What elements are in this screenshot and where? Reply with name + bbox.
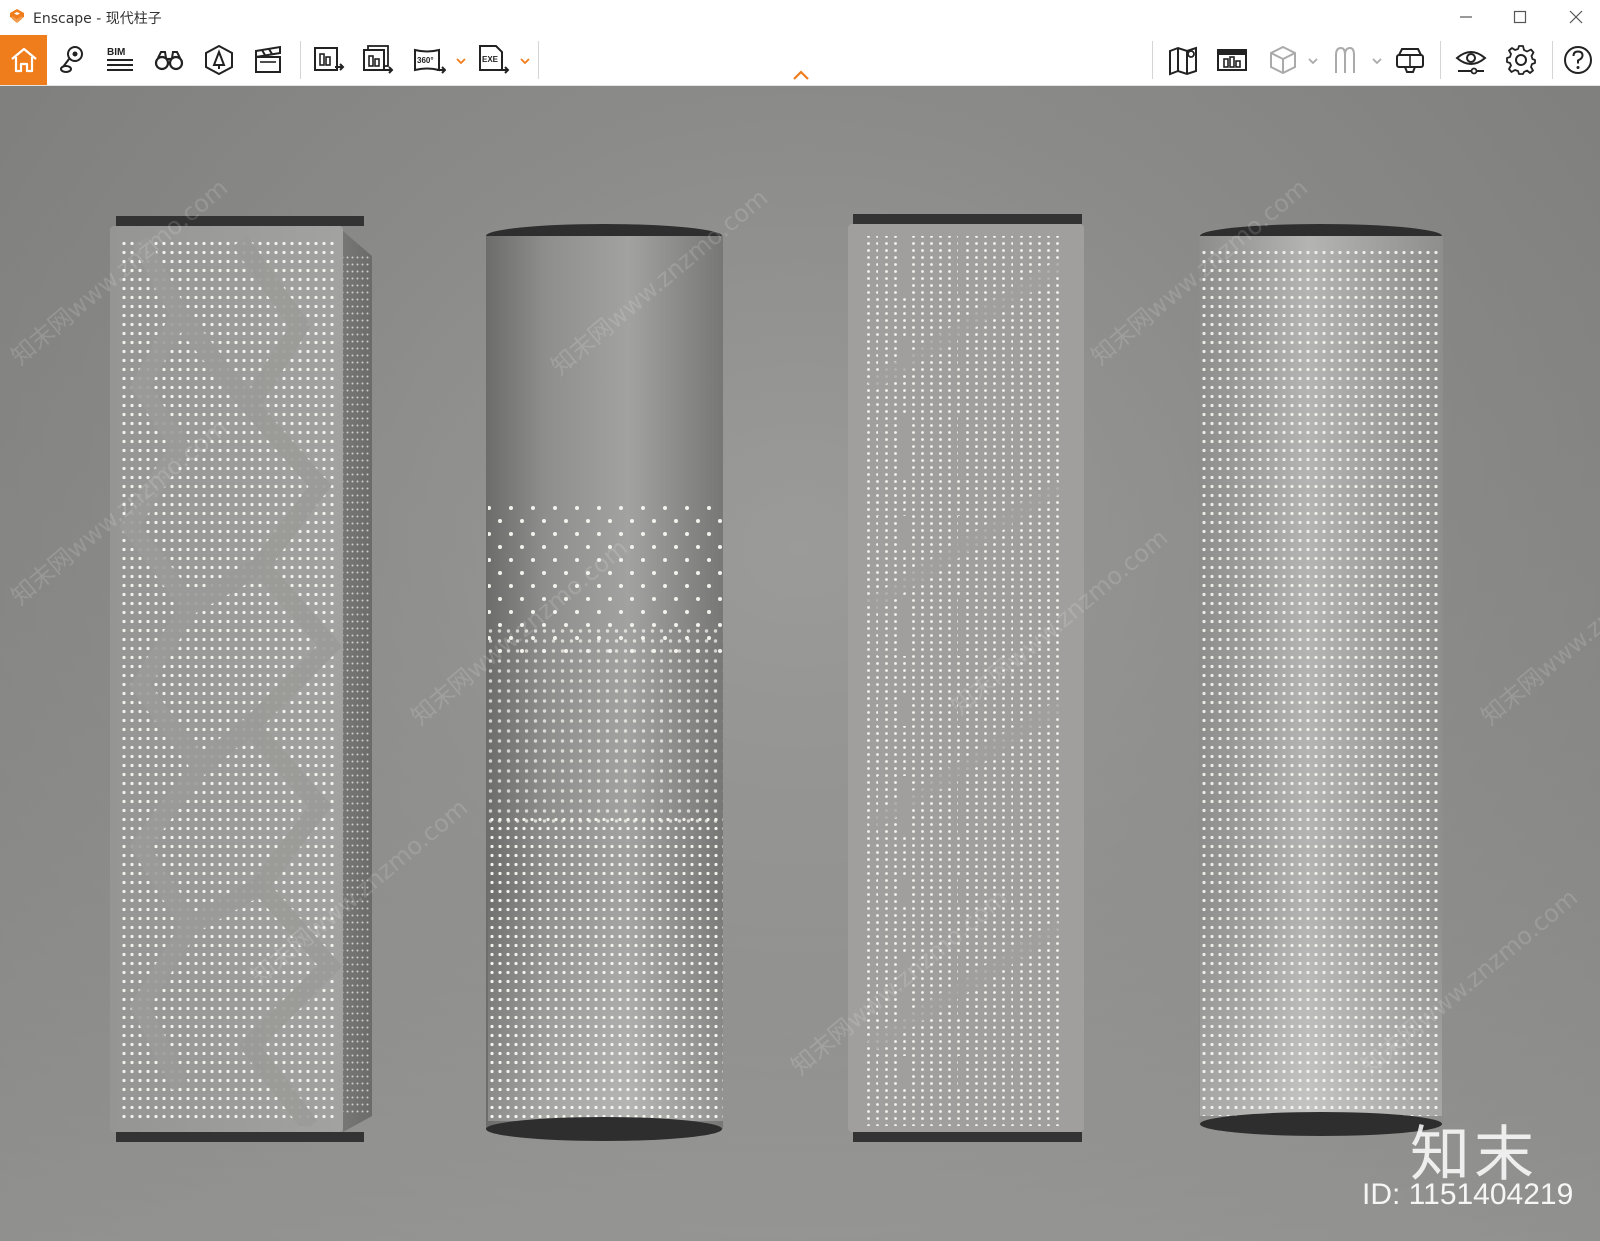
close-icon (1569, 10, 1583, 23)
collapse-toolbar-button[interactable] (789, 67, 813, 83)
toolbar-separator (1440, 41, 1441, 79)
export-exe-button[interactable]: EXE (472, 38, 514, 82)
bim-icon: BIM (107, 47, 133, 71)
clapperboard-icon (255, 45, 281, 73)
asset-library-icon (205, 44, 233, 76)
column-round-uniform (1199, 224, 1443, 1136)
video-editor-button[interactable] (247, 38, 289, 82)
panorama-button[interactable]: 360° (408, 38, 450, 82)
maximize-icon (1513, 10, 1527, 23)
chevron-down-icon (1372, 58, 1382, 65)
views-button[interactable] (51, 38, 93, 82)
export-exe-icon: EXE (479, 45, 510, 74)
home-button[interactable] (0, 35, 47, 85)
render-image-icon (314, 47, 345, 71)
map-icon (1169, 46, 1197, 76)
enscape-logo-icon (10, 9, 24, 23)
batch-render-icon (363, 45, 394, 74)
minimize-icon (1460, 15, 1472, 18)
bim-button[interactable]: BIM (99, 38, 141, 82)
asset-library-button[interactable] (198, 38, 240, 82)
section-box-button[interactable] (1262, 38, 1304, 82)
explore-button[interactable] (148, 38, 190, 82)
map-button[interactable] (1162, 38, 1204, 82)
chevron-down-icon (1308, 58, 1318, 65)
panorama-icon: 360° (414, 48, 446, 74)
column-square-geometric (110, 216, 372, 1142)
cube-icon (1270, 45, 1296, 75)
eye-icon (1455, 51, 1487, 75)
svg-text:360°: 360° (417, 56, 434, 65)
help-icon (1564, 46, 1592, 74)
close-button[interactable] (1552, 0, 1600, 33)
toolbar-separator (300, 41, 301, 79)
main-toolbar: BIM 360° EXE (0, 35, 1600, 86)
walkthrough-dropdown[interactable] (1370, 51, 1384, 71)
batch-render-button[interactable] (356, 38, 398, 82)
settings-button[interactable] (1500, 38, 1542, 82)
home-icon (10, 47, 37, 73)
visual-settings-button[interactable] (1450, 38, 1492, 82)
vr-headset-icon (1396, 48, 1424, 73)
column-round-gradient (486, 224, 723, 1141)
toolbar-separator (1552, 41, 1553, 79)
render-viewport[interactable]: 知末网www.znzmo.com 知末网www.znzmo.com 知末网www… (0, 86, 1600, 1241)
window-title: Enscape - 现代柱子 (33, 11, 162, 27)
scene-canvas: 知末网www.znzmo.com 知末网www.znzmo.com 知末网www… (0, 86, 1600, 1241)
toolbar-separator (538, 41, 539, 79)
chevron-up-icon (793, 70, 809, 80)
help-button[interactable] (1557, 38, 1599, 82)
binoculars-icon (154, 51, 184, 71)
watermark-id: ID: 1151404219 (1362, 1178, 1574, 1211)
panorama-dropdown[interactable] (454, 51, 468, 71)
walkthrough-button[interactable] (1324, 38, 1366, 82)
figure-icon (1335, 46, 1355, 73)
atmosphere-icon (1217, 49, 1247, 71)
gear-icon (1506, 45, 1536, 75)
atmosphere-button[interactable] (1211, 38, 1253, 82)
svg-text:EXE: EXE (482, 55, 499, 64)
minimize-button[interactable] (1442, 0, 1490, 33)
maximize-button[interactable] (1496, 0, 1544, 33)
title-bar: Enscape - 现代柱子 (0, 0, 1600, 35)
vr-button[interactable] (1389, 38, 1431, 82)
export-dropdown[interactable] (518, 51, 532, 71)
toolbar-separator (1152, 41, 1153, 79)
chevron-down-icon (520, 58, 530, 65)
chevron-down-icon (456, 58, 466, 65)
render-image-button[interactable] (307, 38, 349, 82)
svg-text:BIM: BIM (107, 47, 125, 58)
map-pin-icon (60, 46, 83, 73)
section-box-dropdown[interactable] (1306, 51, 1320, 71)
